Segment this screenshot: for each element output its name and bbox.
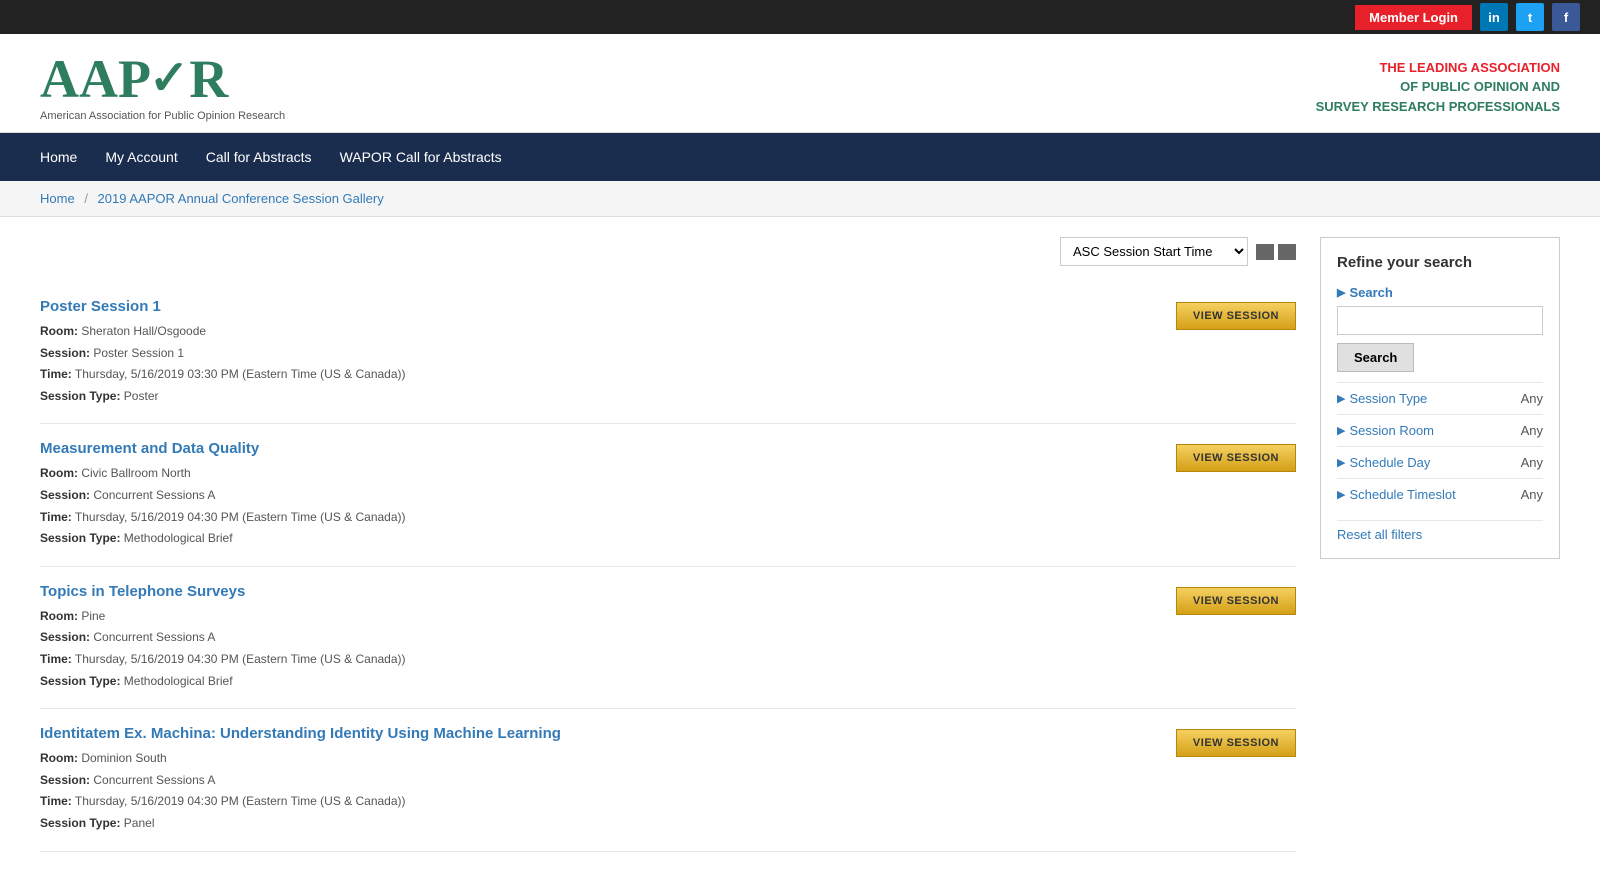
filter-arrow-icon-0: ▶ (1337, 392, 1345, 405)
header: AAP✓R American Association for Public Op… (0, 34, 1600, 133)
breadcrumb: Home / 2019 AAPOR Annual Conference Sess… (0, 181, 1600, 217)
nav-home[interactable]: Home (40, 135, 77, 179)
refine-title: Refine your search (1337, 254, 1543, 271)
session-detail-1: Room: Civic Ballroom North Session: Conc… (40, 463, 406, 549)
session-btn-wrapper-1: VIEW SESSION (1160, 440, 1296, 472)
top-bar: Member Login in t f (0, 0, 1600, 34)
facebook-icon[interactable]: f (1552, 3, 1580, 31)
search-arrow-icon: ▶ (1337, 286, 1345, 299)
twitter-icon[interactable]: t (1516, 3, 1544, 31)
header-slogan: THE LEADING ASSOCIATION OF PUBLIC OPINIO… (1316, 58, 1560, 117)
session-title-2[interactable]: Topics in Telephone Surveys (40, 583, 406, 600)
logo-area: AAP✓R American Association for Public Op… (40, 52, 285, 122)
slogan-line1: THE LEADING ASSOCIATION (1316, 58, 1560, 78)
session-btn-wrapper-3: VIEW SESSION (1160, 725, 1296, 757)
search-button[interactable]: Search (1337, 343, 1414, 372)
session-info-2: Topics in Telephone Surveys Room: Pine S… (40, 583, 406, 692)
search-filter-label: ▶ Search (1337, 285, 1543, 300)
breadcrumb-home[interactable]: Home (40, 191, 75, 206)
logo-check-icon: ✓ (149, 55, 189, 103)
navigation: Home My Account Call for Abstracts WAPOR… (0, 133, 1600, 181)
breadcrumb-separator: / (84, 191, 91, 206)
slogan-line2: OF PUBLIC OPINION AND (1316, 77, 1560, 97)
sessions-container: Poster Session 1 Room: Sheraton Hall/Osg… (40, 282, 1296, 852)
session-list: ASC Session Start Time DESC Session Star… (40, 237, 1296, 852)
filter-rows-container: ▶ Session Type Any ▶ Session Room Any ▶ … (1337, 382, 1543, 510)
session-info-0: Poster Session 1 Room: Sheraton Hall/Osg… (40, 298, 406, 407)
view-session-button-0[interactable]: VIEW SESSION (1176, 302, 1296, 330)
breadcrumb-current[interactable]: 2019 AAPOR Annual Conference Session Gal… (98, 191, 384, 206)
session-title-3[interactable]: Identitatem Ex. Machina: Understanding I… (40, 725, 561, 742)
filter-value-3: Any (1521, 487, 1543, 502)
filter-arrow-icon-2: ▶ (1337, 456, 1345, 469)
sort-select[interactable]: ASC Session Start Time DESC Session Star… (1060, 237, 1248, 266)
session-detail-2: Room: Pine Session: Concurrent Sessions … (40, 606, 406, 692)
filter-row-session-room[interactable]: ▶ Session Room Any (1337, 414, 1543, 446)
session-item: Identitatem Ex. Machina: Understanding I… (40, 709, 1296, 851)
filter-value-0: Any (1521, 391, 1543, 406)
filter-label-0: ▶ Session Type (1337, 391, 1427, 406)
search-label-text: Search (1349, 285, 1392, 300)
session-detail-3: Room: Dominion South Session: Concurrent… (40, 748, 561, 834)
slogan-line3: SURVEY RESEARCH PROFESSIONALS (1316, 97, 1560, 117)
reset-filters-link[interactable]: Reset all filters (1337, 520, 1543, 542)
session-btn-wrapper-0: VIEW SESSION (1160, 298, 1296, 330)
sidebar: Refine your search ▶ Search Search ▶ Ses… (1320, 237, 1560, 852)
member-login-button[interactable]: Member Login (1355, 5, 1472, 30)
linkedin-icon[interactable]: in (1480, 3, 1508, 31)
nav-wapor-call[interactable]: WAPOR Call for Abstracts (340, 135, 502, 179)
filter-label-1: ▶ Session Room (1337, 423, 1434, 438)
view-session-button-2[interactable]: VIEW SESSION (1176, 587, 1296, 615)
main-content: ASC Session Start Time DESC Session Star… (0, 217, 1600, 872)
search-input[interactable] (1337, 306, 1543, 335)
logo-text-r: R (189, 52, 228, 106)
filter-arrow-icon-1: ▶ (1337, 424, 1345, 437)
filter-label-2: ▶ Schedule Day (1337, 455, 1430, 470)
filter-label-3: ▶ Schedule Timeslot (1337, 487, 1456, 502)
grid-view-icon[interactable] (1278, 244, 1296, 260)
view-session-button-1[interactable]: VIEW SESSION (1176, 444, 1296, 472)
filter-value-2: Any (1521, 455, 1543, 470)
nav-call-for-abstracts[interactable]: Call for Abstracts (206, 135, 312, 179)
grid-icons (1256, 244, 1296, 260)
list-view-icon[interactable] (1256, 244, 1274, 260)
refine-box: Refine your search ▶ Search Search ▶ Ses… (1320, 237, 1560, 559)
logo-text-aap: AAP (40, 52, 151, 106)
session-title-1[interactable]: Measurement and Data Quality (40, 440, 406, 457)
logo: AAP✓R (40, 52, 285, 106)
session-detail-0: Room: Sheraton Hall/Osgoode Session: Pos… (40, 321, 406, 407)
session-item: Poster Session 1 Room: Sheraton Hall/Osg… (40, 282, 1296, 424)
session-info-1: Measurement and Data Quality Room: Civic… (40, 440, 406, 549)
logo-tagline: American Association for Public Opinion … (40, 110, 285, 122)
filter-row-schedule-day[interactable]: ▶ Schedule Day Any (1337, 446, 1543, 478)
filter-value-1: Any (1521, 423, 1543, 438)
session-info-3: Identitatem Ex. Machina: Understanding I… (40, 725, 561, 834)
filter-row-schedule-timeslot[interactable]: ▶ Schedule Timeslot Any (1337, 478, 1543, 510)
session-btn-wrapper-2: VIEW SESSION (1160, 583, 1296, 615)
session-title-0[interactable]: Poster Session 1 (40, 298, 406, 315)
search-filter-section: ▶ Search Search (1337, 285, 1543, 372)
filter-row-session-type[interactable]: ▶ Session Type Any (1337, 382, 1543, 414)
session-item: Topics in Telephone Surveys Room: Pine S… (40, 567, 1296, 709)
view-session-button-3[interactable]: VIEW SESSION (1176, 729, 1296, 757)
session-item: Measurement and Data Quality Room: Civic… (40, 424, 1296, 566)
nav-my-account[interactable]: My Account (105, 135, 177, 179)
filter-arrow-icon-3: ▶ (1337, 488, 1345, 501)
sort-bar: ASC Session Start Time DESC Session Star… (40, 237, 1296, 266)
